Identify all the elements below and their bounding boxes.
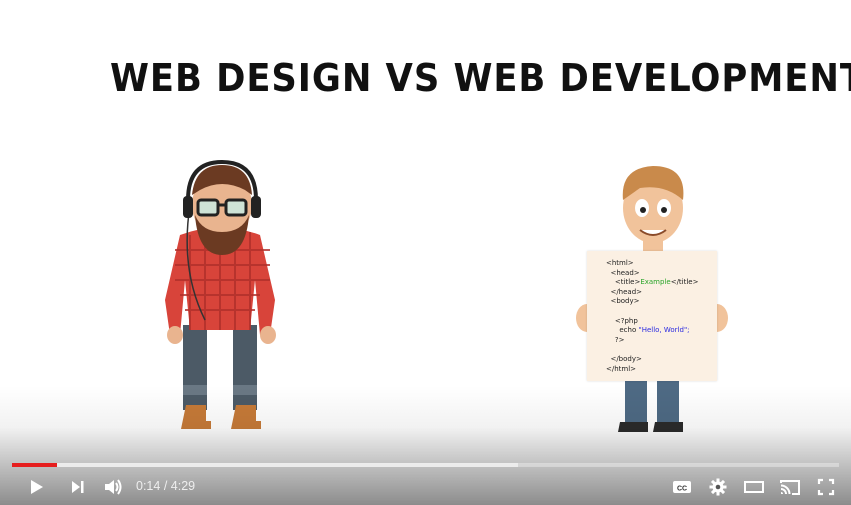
code-line: <title> bbox=[614, 278, 641, 287]
cast-icon bbox=[780, 480, 800, 495]
time-separator: / bbox=[160, 479, 171, 493]
theater-mode-button[interactable] bbox=[739, 473, 769, 501]
progress-bar[interactable] bbox=[12, 463, 839, 467]
video-frame-title: WEB DESIGN VS WEB DEVELOPMENT bbox=[110, 56, 851, 100]
svg-text:CC: CC bbox=[677, 486, 687, 493]
settings-icon bbox=[709, 478, 727, 496]
current-time: 0:14 bbox=[136, 479, 161, 493]
code-line: "Hello, World"; bbox=[638, 326, 690, 335]
played-bar bbox=[12, 463, 57, 467]
duration: 4:29 bbox=[170, 479, 196, 493]
video-player[interactable]: WEB DESIGN VS WEB DEVELOPMENT <html> <he… bbox=[0, 0, 851, 505]
code-snippet: <html> <head> <title>Example</title> </h… bbox=[606, 259, 698, 374]
code-line: </body> bbox=[610, 354, 642, 363]
code-line: </head> bbox=[610, 287, 643, 296]
next-icon bbox=[72, 481, 84, 493]
next-button[interactable] bbox=[62, 473, 92, 501]
captions-icon: CC bbox=[673, 481, 691, 493]
control-bar: 0:14 / 4:29 CC bbox=[0, 470, 851, 505]
play-button[interactable] bbox=[21, 473, 51, 501]
code-line: echo bbox=[619, 326, 637, 335]
code-line: </html> bbox=[606, 364, 637, 373]
play-icon bbox=[31, 480, 43, 494]
cast-button[interactable] bbox=[775, 473, 805, 501]
code-line: <?php bbox=[614, 316, 638, 325]
code-line: Example bbox=[640, 278, 671, 287]
buffered-bar bbox=[12, 463, 519, 467]
theater-mode-icon bbox=[744, 481, 764, 493]
time-display: 0:14 / 4:29 bbox=[136, 479, 195, 493]
mute-button[interactable] bbox=[98, 473, 128, 501]
code-line: ?> bbox=[614, 335, 625, 344]
code-line: <body> bbox=[610, 297, 640, 306]
code-line: <head> bbox=[610, 268, 640, 277]
code-line: <html> bbox=[606, 259, 634, 267]
fullscreen-button[interactable] bbox=[811, 473, 841, 501]
settings-button[interactable] bbox=[703, 473, 733, 501]
captions-button[interactable]: CC bbox=[667, 473, 697, 501]
volume-icon bbox=[105, 479, 122, 495]
fullscreen-icon bbox=[817, 478, 835, 496]
code-line: </title> bbox=[670, 278, 699, 287]
